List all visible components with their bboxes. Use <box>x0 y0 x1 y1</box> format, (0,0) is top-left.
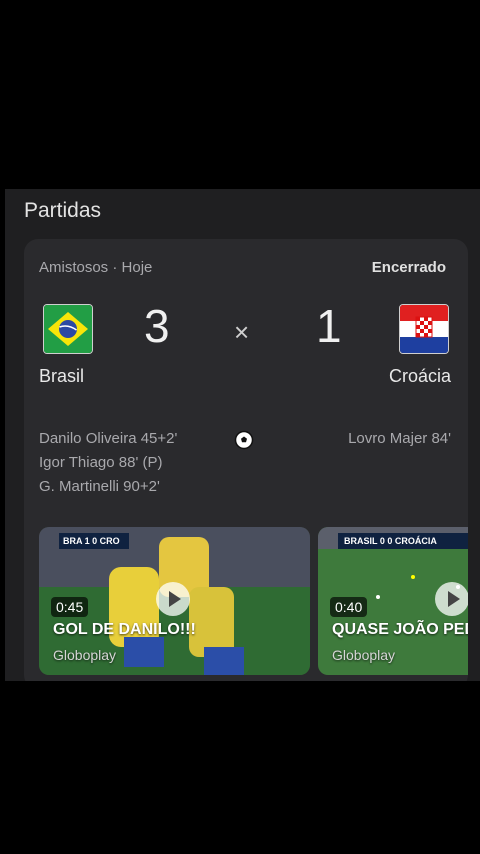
scorebug-2: BRASIL 0 0 CROÁCIA <box>344 536 437 546</box>
match-status: Encerrado <box>371 259 446 276</box>
video-title-1[interactable]: GOL DE DANILO!!! <box>53 621 196 639</box>
scorebug-1: BRA 1 0 CRO <box>63 536 120 546</box>
matches-panel: Partidas Amistosos · Hoje Encerrado Bras… <box>5 189 480 681</box>
competition-label: Amistosos <box>39 259 109 276</box>
video-duration-1: 0:45 <box>51 597 89 617</box>
away-scorers: Lovro Majer 84' <box>348 427 451 451</box>
soccer-ball-icon <box>234 430 254 450</box>
section-title: Partidas <box>24 199 102 222</box>
play-icon[interactable] <box>156 582 190 616</box>
away-score: 1 <box>316 300 342 352</box>
video-source-2: Globoplay <box>332 647 396 663</box>
video-card-1[interactable]: BRA 1 0 CRO 0:45 GOL DE DANILO!!! Globop… <box>39 527 310 675</box>
away-scorer-1: Lovro Majer 84' <box>348 430 451 447</box>
home-score: 3 <box>144 300 170 352</box>
home-scorer-3: G. Martinelli 90+2' <box>39 478 160 495</box>
home-scorers: Danilo Oliveira 45+2' Igor Thiago 88' (P… <box>39 427 177 499</box>
play-icon[interactable] <box>435 582 468 616</box>
match-card[interactable]: Amistosos · Hoje Encerrado Brasil 3 × 1 <box>24 239 468 681</box>
day-label: Hoje <box>121 259 153 276</box>
video-duration-2: 0:40 <box>330 597 368 617</box>
versus-symbol: × <box>234 317 250 347</box>
match-meta: Amistosos · Hoje <box>39 259 152 276</box>
video-card-2[interactable]: BRASIL 0 0 CROÁCIA 0:40 QUASE JOÃO PED G… <box>318 527 468 675</box>
croatia-flag-icon <box>399 304 449 354</box>
home-scorer-2: Igor Thiago 88' (P) <box>39 454 163 471</box>
brazil-flag-icon <box>43 304 93 354</box>
video-source-1: Globoplay <box>53 647 117 663</box>
away-team-name[interactable]: Croácia <box>389 366 451 387</box>
video-title-2[interactable]: QUASE JOÃO PED <box>332 621 468 639</box>
meta-separator: · <box>112 259 118 276</box>
home-team-name[interactable]: Brasil <box>39 366 84 387</box>
home-scorer-1: Danilo Oliveira 45+2' <box>39 430 178 447</box>
